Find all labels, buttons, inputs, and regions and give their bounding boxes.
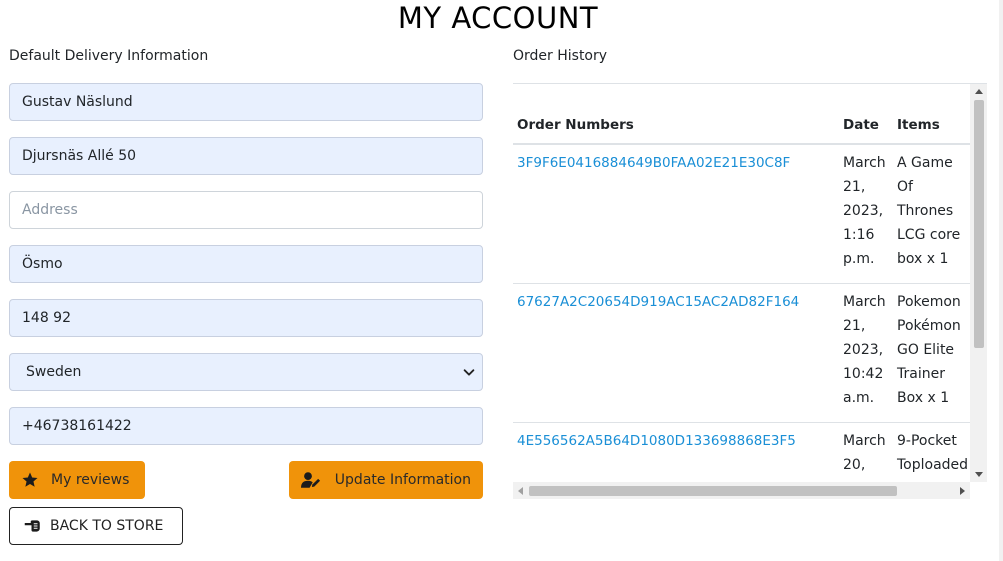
table-header-row: Order Numbers Date Items [513,106,970,145]
order-history-label: Order History [513,48,608,64]
items-line: GO Elite [897,342,955,358]
hand-pointing-left-icon [24,520,40,532]
date-line: March [843,294,886,310]
date-line: 21, [843,318,866,334]
update-information-label: Update Information [334,472,471,488]
vertical-scrollbar[interactable] [970,84,987,482]
street-address1-field[interactable]: Djursnäs Allé 50 [9,137,483,175]
items-line: 9-Pocket [897,433,957,449]
user-edit-icon [301,472,321,488]
items-line: box x 1 [897,251,949,267]
order-items-cell: A Game Of Thrones LCG core box x 1 [893,144,970,284]
full-name-field[interactable]: Gustav Näslund [9,83,483,121]
order-number-cell: 3F9F6E0416884649B0FAA02E21E30C8F [513,144,839,284]
scroll-right-arrow-icon[interactable] [960,487,965,495]
items-line: Toploaded [897,457,969,473]
items-line: Pokemon [897,294,961,310]
date-line: p.m. [843,251,875,267]
date-line: 20, [843,457,866,473]
items-line: Pokémon [897,318,961,334]
order-date-cell: March 21, 2023, 1:16 p.m. [839,144,893,284]
items-line: Thrones [897,203,954,219]
column-header-items: Items [893,106,970,145]
order-history-table-container[interactable]: Order Numbers Date Items 3F9F6E041688464… [513,83,987,499]
order-items-cell: Pokemon Pokémon GO Elite Trainer Box x 1 [893,283,970,423]
table-row: 4E556562A5B64D1080D133698868E3F5 March 2… [513,422,970,482]
date-line: 10:42 [843,366,884,382]
town-field[interactable]: Ösmo [9,245,483,283]
order-number-cell: 4E556562A5B64D1080D133698868E3F5 [513,422,839,482]
back-to-store-button[interactable]: BACK TO STORE [9,507,183,545]
date-line: 21, [843,179,866,195]
phone-field[interactable]: +46738161422 [9,407,483,445]
items-line: Trainer [897,366,945,382]
order-date-cell: March 21, 2023, 10:42 a.m. [839,283,893,423]
items-line: Of [897,179,913,195]
chevron-down-icon [463,369,475,376]
vertical-scrollbar-thumb[interactable] [974,100,984,348]
order-number-link[interactable]: 67627A2C20654D919AC15AC2AD82F164 [517,294,799,310]
scroll-up-arrow-icon[interactable] [975,89,983,94]
country-select[interactable]: Sweden [9,353,483,391]
order-number-cell: 67627A2C20654D919AC15AC2AD82F164 [513,283,839,423]
order-items-cell: 9-Pocket Toploaded [893,422,970,482]
my-reviews-label: My reviews [51,472,130,488]
back-to-store-label: BACK TO STORE [50,518,164,534]
delivery-section-label: Default Delivery Information [9,48,209,64]
column-header-order-numbers: Order Numbers [513,106,839,145]
scroll-left-arrow-icon[interactable] [518,487,523,495]
date-line: 1:16 [843,227,875,243]
date-line: a.m. [843,390,875,406]
order-number-link[interactable]: 3F9F6E0416884649B0FAA02E21E30C8F [517,155,790,171]
date-line: 2023, [843,203,884,219]
date-line: March [843,155,886,171]
items-line: Box x 1 [897,390,950,406]
postcode-field[interactable]: 148 92 [9,299,483,337]
page-scrollbar[interactable] [999,0,1003,561]
horizontal-scrollbar-thumb[interactable] [529,486,897,496]
table-row: 3F9F6E0416884649B0FAA02E21E30C8F March 2… [513,144,970,284]
star-icon [22,472,38,487]
order-history-table: Order Numbers Date Items 3F9F6E041688464… [513,106,970,482]
order-history-scroll-area[interactable]: Order Numbers Date Items 3F9F6E041688464… [513,84,970,482]
horizontal-scrollbar[interactable] [513,482,970,499]
scroll-down-arrow-icon[interactable] [975,472,983,477]
street-address2-field[interactable]: Address [9,191,483,229]
country-select-value: Sweden [26,364,82,380]
street-address2-placeholder: Address [22,202,78,218]
update-information-button[interactable]: Update Information [289,461,483,499]
my-reviews-button[interactable]: My reviews [9,461,145,499]
order-number-link[interactable]: 4E556562A5B64D1080D133698868E3F5 [517,433,796,449]
column-header-date: Date [839,106,893,145]
page-title: MY ACCOUNT [397,1,599,35]
date-line: 2023, [843,342,884,358]
items-line: A Game [897,155,953,171]
table-row: 67627A2C20654D919AC15AC2AD82F164 March 2… [513,283,970,423]
items-line: LCG core [897,227,961,243]
date-line: March [843,433,886,449]
order-date-cell: March 20, [839,422,893,482]
